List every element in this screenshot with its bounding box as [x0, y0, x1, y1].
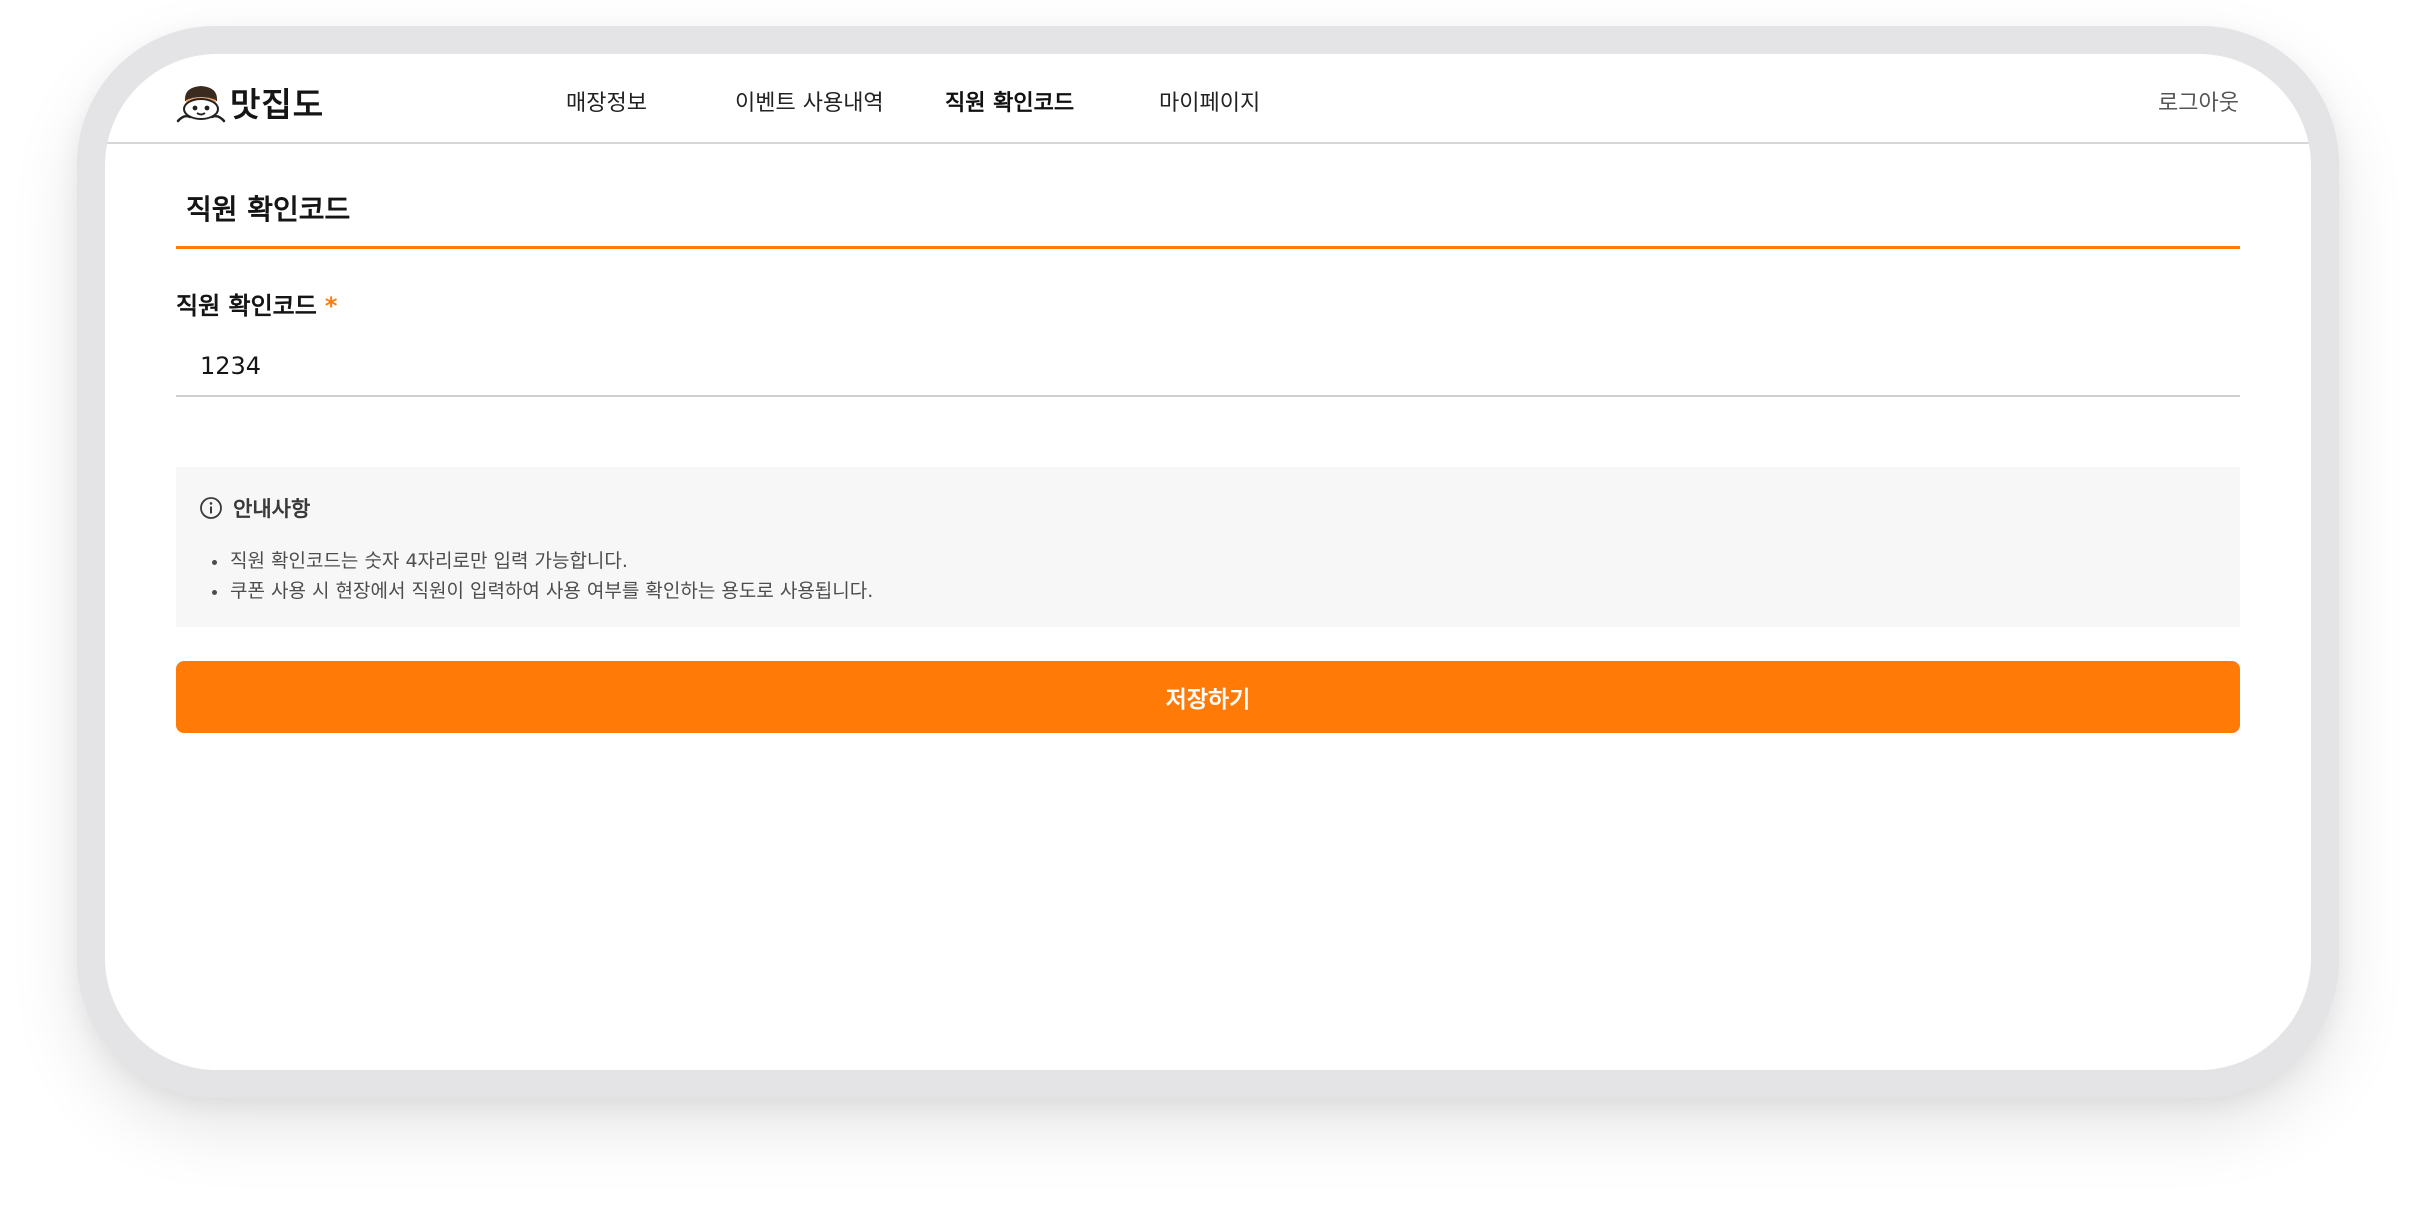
device-frame: 맛집도 매장정보 이벤트 사용내역 직원 확인코드 마이페이지 로그아웃 직원 … [77, 26, 2339, 1098]
staff-code-label-text: 직원 확인코드 [176, 292, 317, 320]
logout-link[interactable]: 로그아웃 [2158, 85, 2239, 117]
nav-item-event-history[interactable]: 이벤트 사용내역 [735, 85, 884, 117]
brand-name: 맛집도 [230, 85, 325, 124]
save-button[interactable]: 저장하기 [176, 661, 2240, 733]
app-screen: 맛집도 매장정보 이벤트 사용내역 직원 확인코드 마이페이지 로그아웃 직원 … [105, 54, 2311, 1070]
notice-item: 직원 확인코드는 숫자 4자리로만 입력 가능합니다. [210, 546, 873, 576]
notice-header: 안내사항 [199, 493, 310, 523]
info-icon [200, 497, 222, 519]
chef-mascot-icon [176, 86, 226, 123]
notice-list: 직원 확인코드는 숫자 4자리로만 입력 가능합니다. 쿠폰 사용 시 현장에서… [210, 546, 873, 606]
title-divider [176, 246, 2240, 249]
top-navigation-bar: 맛집도 매장정보 이벤트 사용내역 직원 확인코드 마이페이지 로그아웃 [105, 54, 2311, 144]
nav-item-store-info[interactable]: 매장정보 [566, 85, 647, 117]
staff-code-input[interactable] [176, 337, 2240, 397]
notice-item: 쿠폰 사용 시 현장에서 직원이 입력하여 사용 여부를 확인하는 용도로 사용… [210, 576, 873, 606]
page-title: 직원 확인코드 [186, 193, 351, 226]
brand-logo[interactable]: 맛집도 [176, 78, 324, 126]
staff-code-label: 직원 확인코드 * [176, 286, 337, 321]
required-mark: * [324, 292, 338, 320]
nav-item-mypage[interactable]: 마이페이지 [1159, 85, 1260, 117]
nav-item-staff-code[interactable]: 직원 확인코드 [945, 85, 1074, 117]
notice-box: 안내사항 직원 확인코드는 숫자 4자리로만 입력 가능합니다. 쿠폰 사용 시… [176, 467, 2240, 627]
notice-title: 안내사항 [233, 497, 311, 521]
